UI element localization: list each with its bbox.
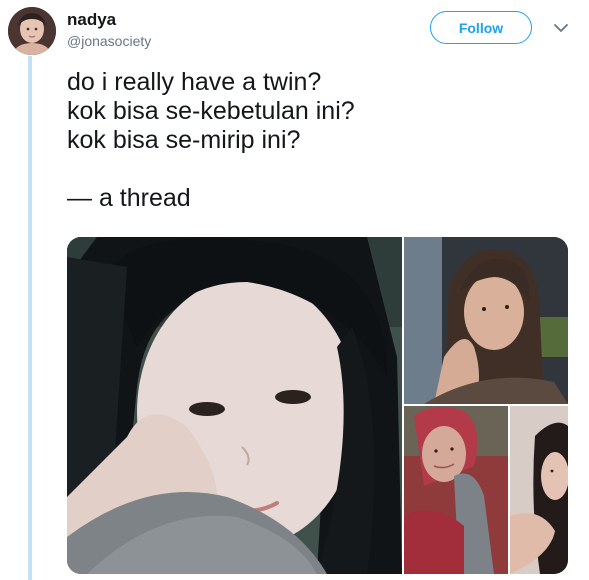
thread-connector-line — [28, 56, 32, 580]
media-photo-2[interactable] — [404, 237, 568, 404]
avatar[interactable] — [8, 7, 56, 55]
media-photo-3[interactable] — [404, 406, 508, 574]
author-handle[interactable]: @jonasociety — [67, 33, 151, 49]
tweet-text: do i really have a twin? kok bisa se-keb… — [67, 68, 355, 212]
follow-button[interactable]: Follow — [430, 11, 532, 44]
media-photo-1[interactable] — [67, 237, 402, 574]
media-photo-4[interactable] — [510, 406, 568, 574]
chevron-down-icon[interactable] — [553, 20, 569, 36]
author-name[interactable]: nadya — [67, 10, 116, 30]
media-grid — [67, 237, 568, 574]
avatar-image — [8, 7, 56, 55]
